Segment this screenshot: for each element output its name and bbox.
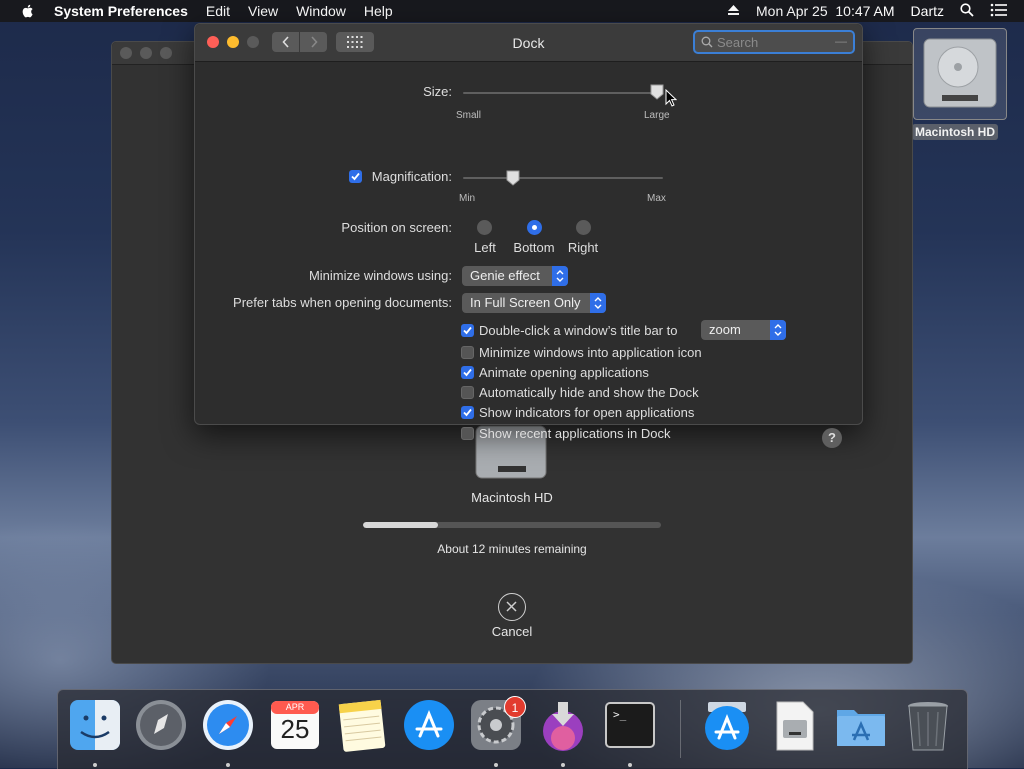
- position-left-radio[interactable]: [477, 220, 492, 235]
- search-field[interactable]: Search —: [693, 30, 855, 54]
- dock-preferences-window: Dock Search — Size: Small Large Magnific…: [194, 23, 863, 448]
- minimize-effect-value: Genie effect: [470, 268, 540, 283]
- menubar-clock[interactable]: Mon Apr 25 10:47 AM: [756, 3, 895, 19]
- dock-separator: [680, 700, 681, 758]
- minimize-label: Minimize windows using:: [308, 268, 452, 283]
- position-bottom-radio[interactable]: [527, 220, 542, 235]
- calendar-day: 25: [280, 714, 310, 744]
- show-recent-apps-label[interactable]: Show recent applications in Dock: [479, 426, 671, 441]
- menu-window[interactable]: Window: [296, 3, 346, 19]
- install-macos-icon[interactable]: [536, 698, 590, 752]
- size-label: Size:: [423, 84, 452, 99]
- applications-folder-icon[interactable]: [700, 698, 754, 752]
- animate-opening-checkbox[interactable]: [461, 366, 474, 379]
- terminal-prompt: >_: [613, 708, 627, 721]
- eject-icon[interactable]: [727, 3, 740, 19]
- desktop-disk-icon[interactable]: [913, 28, 1007, 120]
- prefer-tabs-label: Prefer tabs when opening documents:: [233, 295, 452, 310]
- calendar-month: APR: [285, 702, 305, 712]
- terminal-icon[interactable]: >_: [603, 698, 657, 752]
- clear-search-icon[interactable]: —: [835, 34, 847, 48]
- documents-stack-icon[interactable]: [767, 698, 821, 752]
- user-menu[interactable]: Dartz: [911, 3, 944, 19]
- menu-view[interactable]: View: [248, 3, 278, 19]
- double-click-checkbox[interactable]: [461, 324, 474, 337]
- progress-fill: [363, 522, 438, 528]
- installer-disk-label: Macintosh HD: [471, 490, 553, 505]
- prefer-tabs-value: In Full Screen Only: [470, 295, 581, 310]
- notes-icon[interactable]: [335, 698, 389, 752]
- app-menu[interactable]: System Preferences: [54, 3, 188, 19]
- autohide-dock-label[interactable]: Automatically hide and show the Dock: [479, 385, 699, 400]
- hard-drive-icon: [923, 38, 997, 108]
- notification-center-icon[interactable]: [990, 3, 1008, 20]
- size-slider[interactable]: [463, 92, 663, 94]
- time-remaining: About 12 minutes remaining: [437, 542, 587, 556]
- menu-edit[interactable]: Edit: [206, 3, 230, 19]
- downloads-folder-icon[interactable]: [834, 698, 888, 752]
- window-titlebar: Dock Search —: [195, 24, 862, 62]
- running-indicator: [93, 763, 97, 767]
- checkmark-icon: [463, 326, 472, 335]
- app-store-icon[interactable]: [402, 698, 456, 752]
- running-indicator: [226, 763, 230, 767]
- launchpad-icon[interactable]: [134, 698, 188, 752]
- double-click-label[interactable]: Double-click a window’s title bar to: [479, 323, 677, 338]
- magnification-slider[interactable]: [463, 177, 663, 179]
- show-indicators-label[interactable]: Show indicators for open applications: [479, 405, 694, 420]
- magnification-max-label: Max: [647, 193, 666, 204]
- running-indicator: [561, 763, 565, 767]
- minimize-into-icon-label[interactable]: Minimize windows into application icon: [479, 345, 702, 360]
- double-click-action-value: zoom: [709, 322, 741, 337]
- magnification-min-label: Min: [459, 193, 476, 204]
- install-progress-bar: [363, 522, 661, 528]
- position-label: Position on screen:: [341, 220, 452, 235]
- position-right-radio[interactable]: [576, 220, 591, 235]
- menu-help[interactable]: Help: [364, 3, 393, 19]
- calendar-icon[interactable]: APR 25: [268, 698, 322, 752]
- position-right-label[interactable]: Right: [548, 240, 618, 255]
- animate-opening-label[interactable]: Animate opening applications: [479, 365, 649, 380]
- mouse-cursor-icon: [665, 89, 677, 107]
- minimize-effect-popup[interactable]: Genie effect: [462, 266, 568, 286]
- cancel-button[interactable]: Cancel: [472, 624, 552, 639]
- installer-close-button[interactable]: [120, 47, 132, 59]
- size-slider-knob[interactable]: [650, 84, 664, 100]
- double-click-action-popup[interactable]: zoom: [701, 320, 786, 340]
- cancel-icon[interactable]: [498, 593, 526, 621]
- size-min-label: Small: [456, 110, 482, 121]
- dock: APR 25 1 >_: [57, 689, 968, 769]
- help-button[interactable]: ?: [822, 428, 842, 448]
- checkmark-icon: [463, 368, 472, 377]
- spotlight-icon[interactable]: [960, 2, 974, 20]
- trash-icon[interactable]: [901, 698, 955, 752]
- show-indicators-checkbox[interactable]: [461, 406, 474, 419]
- search-placeholder: Search: [717, 35, 759, 50]
- popup-arrows-icon: [770, 320, 786, 340]
- prefer-tabs-popup[interactable]: In Full Screen Only: [462, 293, 606, 313]
- size-max-label: Large: [644, 110, 670, 121]
- safari-icon[interactable]: [201, 698, 255, 752]
- popup-arrows-icon: [552, 266, 568, 286]
- apple-menu-icon[interactable]: [20, 3, 36, 19]
- checkmark-icon: [463, 408, 472, 417]
- popup-arrows-icon: [590, 293, 606, 313]
- magnification-label[interactable]: Magnification:: [195, 169, 452, 184]
- installer-zoom-button[interactable]: [160, 47, 172, 59]
- magnification-slider-knob[interactable]: [506, 170, 520, 186]
- search-icon: [701, 36, 713, 48]
- running-indicator: [628, 763, 632, 767]
- finder-icon[interactable]: [68, 698, 122, 752]
- desktop-disk-label[interactable]: Macintosh HD: [912, 124, 999, 140]
- show-recent-apps-checkbox[interactable]: [461, 427, 474, 440]
- autohide-dock-checkbox[interactable]: [461, 386, 474, 399]
- minimize-into-icon-checkbox[interactable]: [461, 346, 474, 359]
- running-indicator: [494, 763, 498, 767]
- notification-badge: 1: [504, 696, 526, 718]
- installer-minimize-button[interactable]: [140, 47, 152, 59]
- menu-bar: System Preferences Edit View Window Help…: [0, 0, 1024, 22]
